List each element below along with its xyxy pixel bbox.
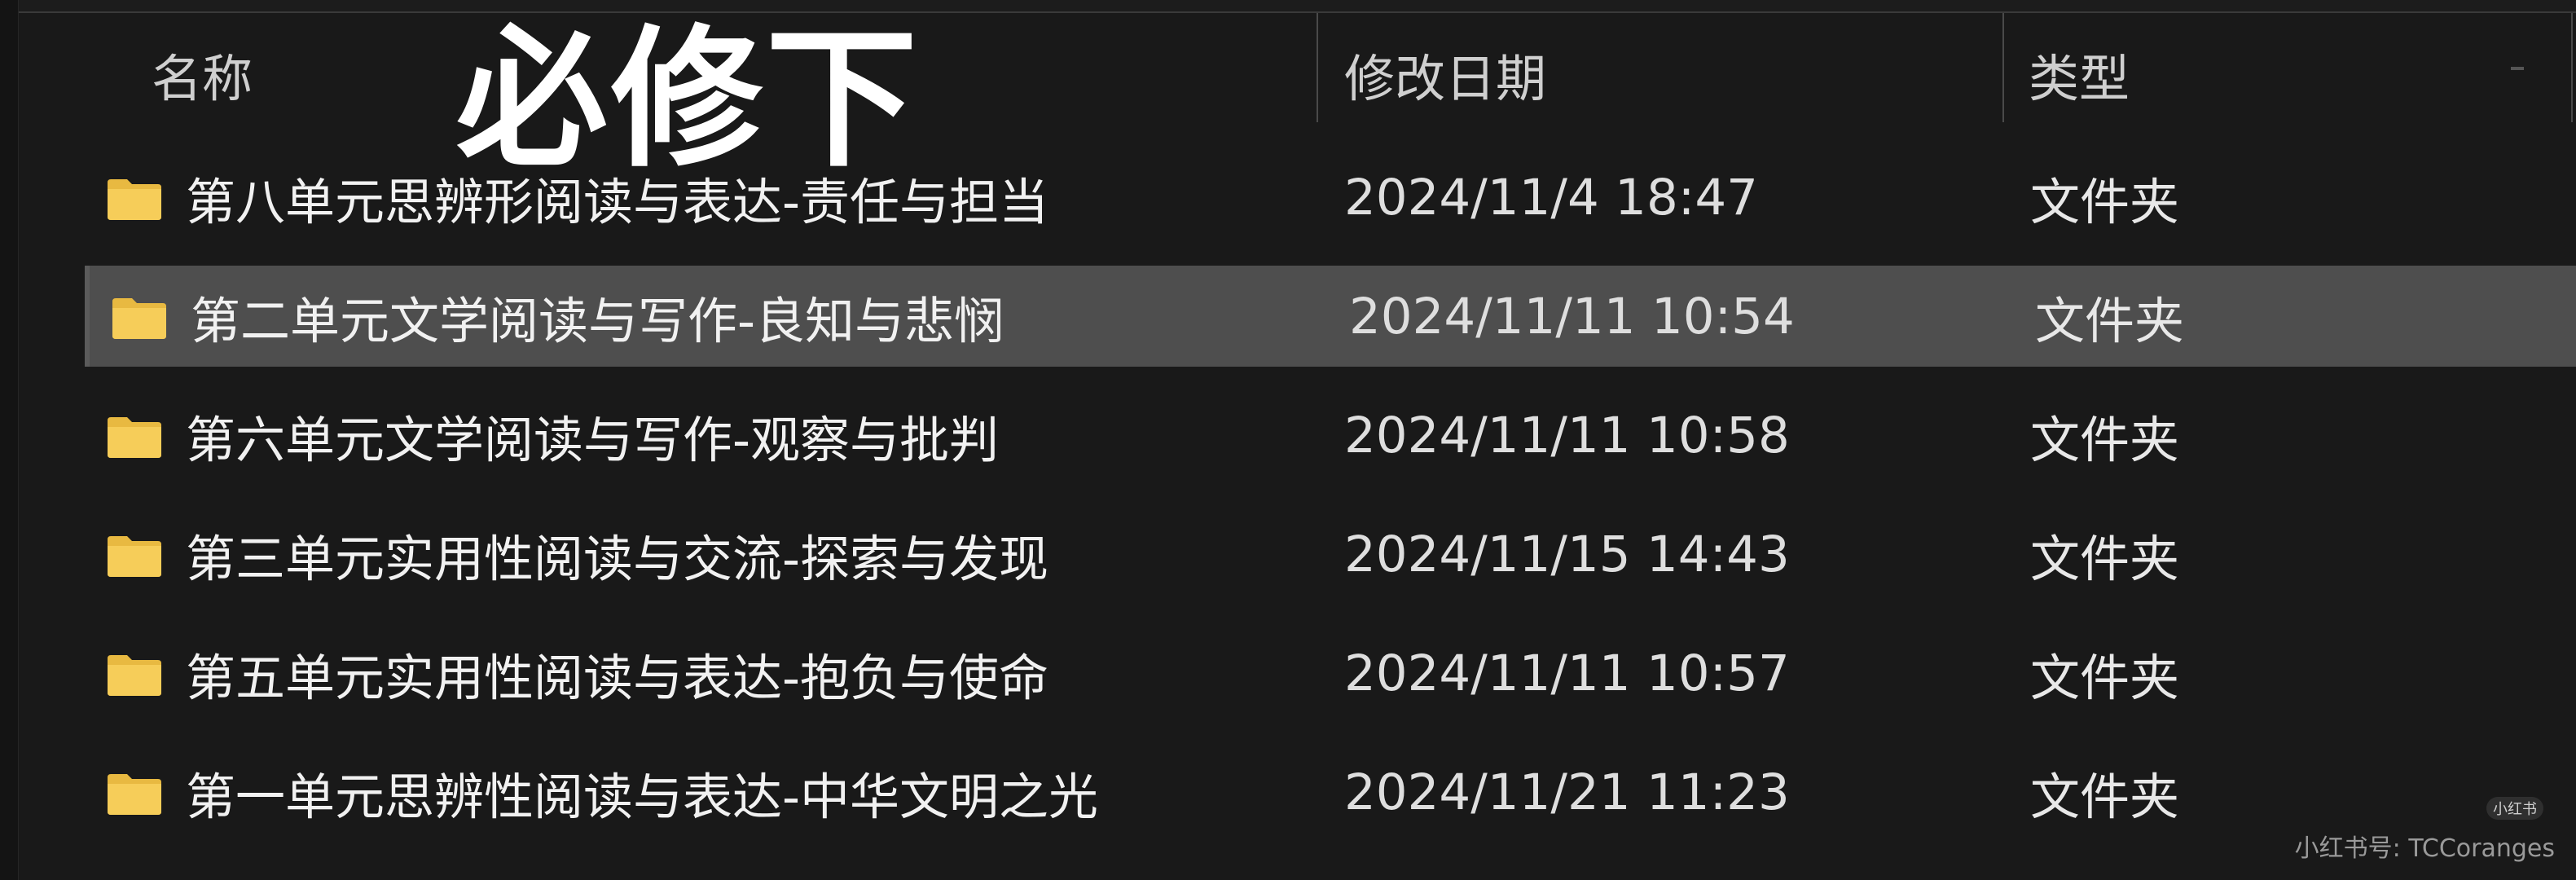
file-name: 第一单元思辨性阅读与表达-中华文明之光 bbox=[186, 768, 1099, 826]
file-row[interactable]: 第一单元思辨性阅读与表达-中华文明之光 2024/11/21 11:23 文件夹 bbox=[85, 741, 2576, 843]
overlay-title: 必修下 bbox=[456, 11, 921, 187]
column-separator[interactable] bbox=[2002, 13, 2004, 122]
file-name: 第三单元实用性阅读与交流-探索与发现 bbox=[186, 530, 1049, 588]
file-type: 文件夹 bbox=[2030, 411, 2180, 469]
file-modified-date: 2024/11/11 10:58 bbox=[1344, 406, 1790, 464]
file-modified-date: 2024/11/11 10:57 bbox=[1344, 644, 1790, 702]
folder-icon bbox=[108, 536, 161, 577]
file-type: 文件夹 bbox=[2030, 173, 2180, 231]
folder-icon bbox=[108, 417, 161, 458]
file-modified-date: 2024/11/21 11:23 bbox=[1344, 763, 1790, 821]
file-type: 文件夹 bbox=[2030, 649, 2180, 707]
folder-icon bbox=[108, 179, 161, 220]
file-row[interactable]: 第八单元思辨形阅读与表达-责任与担当 2024/11/4 18:47 文件夹 bbox=[85, 147, 2576, 248]
file-modified-date: 2024/11/15 14:43 bbox=[1344, 525, 1790, 583]
file-modified-date: 2024/11/11 10:54 bbox=[1349, 287, 1795, 345]
name-column-label: 名称 bbox=[152, 49, 253, 108]
file-row[interactable]: 第五单元实用性阅读与表达-抱负与使命 2024/11/11 10:57 文件夹 bbox=[85, 623, 2576, 724]
file-row[interactable]: 第六单元文学阅读与写作-观察与批判 2024/11/11 10:58 文件夹 bbox=[85, 385, 2576, 486]
folder-icon bbox=[108, 774, 161, 815]
left-edge bbox=[0, 0, 19, 880]
sort-indicator-icon bbox=[2511, 67, 2524, 70]
watermark-badge: 小红书 bbox=[2486, 797, 2543, 820]
file-type: 文件夹 bbox=[2035, 292, 2185, 350]
date-column-header[interactable]: 修改日期 bbox=[1344, 13, 1546, 135]
column-header-row: 名称 修改日期 类型 bbox=[18, 13, 2576, 135]
name-column-header[interactable]: 名称 bbox=[152, 13, 253, 135]
watermark-text: 小红书号: TCCoranges bbox=[2294, 834, 2555, 863]
column-separator[interactable] bbox=[2571, 13, 2573, 122]
top-border bbox=[0, 0, 2576, 13]
file-explorer-view: 名称 修改日期 类型 必修下 第八单元思辨形阅读与表达-责任与担当 2024/1… bbox=[0, 0, 2576, 880]
column-separator[interactable] bbox=[1317, 13, 1318, 122]
folder-icon bbox=[112, 298, 166, 339]
file-type: 文件夹 bbox=[2030, 768, 2180, 826]
file-row[interactable]: 第三单元实用性阅读与交流-探索与发现 2024/11/15 14:43 文件夹 bbox=[85, 504, 2576, 605]
type-column-label: 类型 bbox=[2029, 49, 2130, 108]
file-name: 第八单元思辨形阅读与表达-责任与担当 bbox=[186, 173, 1049, 231]
file-name: 第六单元文学阅读与写作-观察与批判 bbox=[186, 411, 1000, 469]
file-name: 第五单元实用性阅读与表达-抱负与使命 bbox=[186, 649, 1049, 707]
file-type: 文件夹 bbox=[2030, 530, 2180, 588]
date-column-label: 修改日期 bbox=[1344, 49, 1547, 108]
file-row-selected[interactable]: 第二单元文学阅读与写作-良知与悲悯 2024/11/11 10:54 文件夹 bbox=[85, 266, 2576, 367]
folder-icon bbox=[108, 655, 161, 696]
type-column-header[interactable]: 类型 bbox=[2029, 13, 2130, 135]
file-name: 第二单元文学阅读与写作-良知与悲悯 bbox=[191, 292, 1004, 350]
file-modified-date: 2024/11/4 18:47 bbox=[1344, 168, 1758, 227]
